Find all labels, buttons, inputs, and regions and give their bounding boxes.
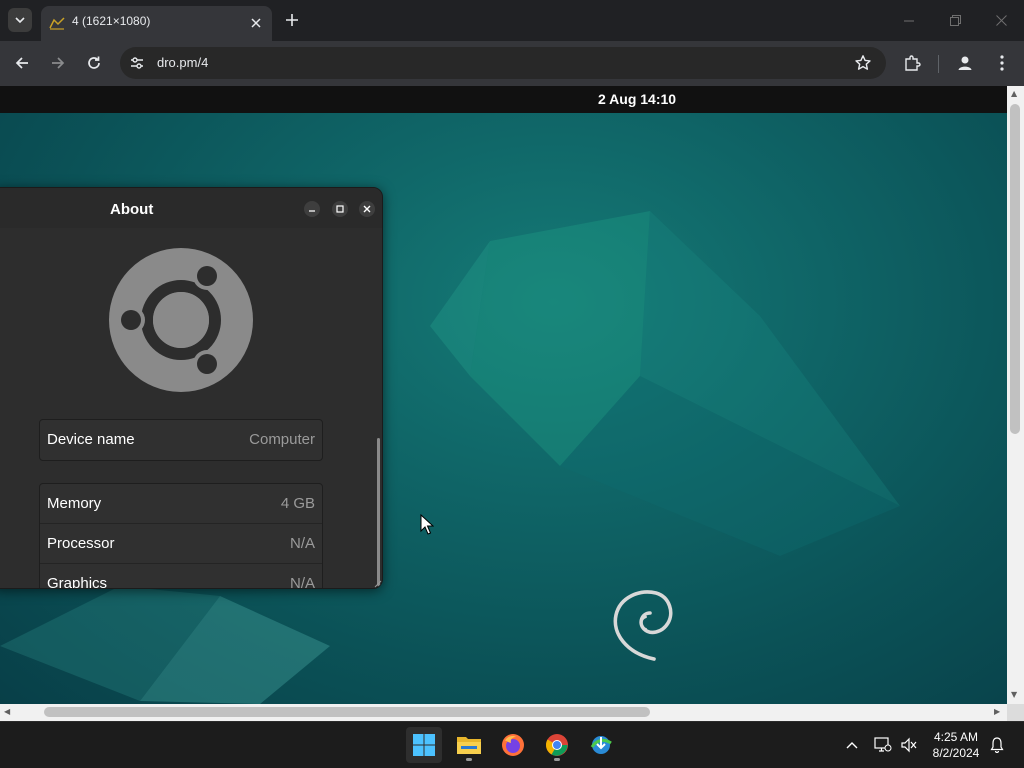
bell-icon	[990, 737, 1004, 753]
remote-desktop-view[interactable]: 2 Aug 14:10 About Device name Computer M…	[0, 86, 1007, 704]
browser-tab[interactable]: 4 (1621×1080)	[41, 6, 272, 41]
close-window-icon	[995, 15, 1007, 26]
scrollbar-corner	[1007, 704, 1024, 721]
reload-button[interactable]	[82, 51, 106, 75]
address-bar[interactable]: dro.pm/4	[120, 47, 886, 79]
site-info-icon	[131, 57, 143, 69]
chevron-up-icon	[846, 742, 858, 749]
profile-icon	[958, 56, 972, 70]
tab-favicon-icon	[49, 17, 65, 30]
about-dialog-header[interactable]: About	[0, 188, 382, 228]
dialog-minimize-button[interactable]	[304, 201, 320, 217]
resize-grip-icon[interactable]	[374, 580, 382, 588]
dialog-scrollbar[interactable]	[377, 438, 380, 586]
minimize-icon	[309, 210, 315, 212]
network-button[interactable]	[874, 736, 892, 754]
gnome-top-bar: 2 Aug 14:10	[0, 86, 1007, 113]
windows-start-icon	[413, 734, 435, 756]
new-tab-button[interactable]	[282, 10, 302, 30]
back-button[interactable]	[10, 51, 34, 75]
device-name-label: Device name	[47, 431, 135, 448]
tab-strip: 4 (1621×1080)	[0, 0, 1024, 41]
windows-taskbar: 4:25 AM 8/2/2024	[0, 721, 1024, 768]
tab-close-button[interactable]	[248, 15, 264, 31]
reload-icon	[88, 56, 100, 69]
toolbar-separator	[938, 55, 939, 73]
back-icon	[15, 57, 28, 69]
firefox-button[interactable]	[495, 727, 531, 763]
restore-icon	[949, 15, 961, 26]
chrome-icon	[546, 734, 568, 756]
file-explorer-icon	[457, 737, 481, 754]
url-text[interactable]: dro.pm/4	[157, 55, 208, 70]
show-hidden-icons-button[interactable]	[843, 736, 861, 754]
memory-row: Memory 4 GB	[40, 484, 322, 524]
running-indicator	[466, 758, 472, 761]
forward-button[interactable]	[46, 51, 70, 75]
file-explorer-button[interactable]	[451, 727, 487, 763]
ubuntu-logo-icon	[109, 248, 253, 392]
processor-row: Processor N/A	[40, 524, 322, 564]
page-horizontal-scrollbar[interactable]: ◀ ▶	[0, 704, 1007, 721]
close-window-button[interactable]	[978, 0, 1024, 41]
device-name-value: Computer	[249, 431, 315, 448]
graphics-label: Graphics	[47, 575, 108, 589]
tab-search-button[interactable]	[8, 8, 32, 32]
dialog-maximize-button[interactable]	[332, 201, 348, 217]
graphics-row: Graphics N/A	[40, 564, 322, 589]
close-icon	[251, 18, 261, 28]
more-menu-button[interactable]	[990, 51, 1014, 75]
processor-value: N/A	[289, 535, 315, 552]
memory-value: 4 GB	[280, 495, 315, 512]
more-icon	[1000, 55, 1004, 71]
memory-label: Memory	[47, 495, 102, 512]
close-icon	[363, 205, 371, 213]
extensions-icon	[905, 55, 921, 71]
minimize-window-button[interactable]	[886, 0, 932, 41]
horizontal-scroll-thumb[interactable]	[44, 707, 650, 717]
taskbar-time: 4:25 AM	[933, 730, 979, 744]
star-icon[interactable]	[854, 54, 872, 72]
taskbar-clock[interactable]: 4:25 AM 8/2/2024	[926, 729, 986, 761]
download-manager-button[interactable]	[583, 727, 619, 763]
scroll-right-icon[interactable]: ▶	[994, 707, 1000, 716]
about-dialog-title: About	[110, 201, 154, 218]
running-indicator	[554, 758, 560, 761]
about-dialog: About Device name Computer Memory 4 GB P…	[0, 187, 383, 589]
device-name-card: Device name Computer	[39, 419, 323, 461]
firefox-icon	[502, 734, 524, 756]
scroll-up-icon[interactable]: ▲	[1011, 89, 1017, 98]
site-info-button[interactable]	[128, 54, 146, 72]
gnome-clock[interactable]: 2 Aug 14:10	[598, 91, 676, 107]
chevron-down-icon	[15, 17, 25, 24]
chrome-button[interactable]	[539, 727, 575, 763]
volume-button[interactable]	[900, 736, 918, 754]
hardware-specs-card: Memory 4 GB Processor N/A Graphics N/A	[39, 483, 323, 589]
minimize-icon	[904, 20, 914, 21]
graphics-value: N/A	[289, 575, 315, 589]
debian-swirl-icon	[613, 590, 673, 661]
network-icon	[874, 737, 892, 752]
idm-icon	[590, 736, 612, 754]
mouse-cursor-icon	[420, 514, 434, 535]
profile-button[interactable]	[953, 51, 977, 75]
taskbar-date: 8/2/2024	[932, 746, 980, 760]
restore-window-button[interactable]	[932, 0, 978, 41]
device-name-row[interactable]: Device name Computer	[40, 420, 322, 460]
browser-toolbar: dro.pm/4	[0, 41, 1024, 86]
tab-title: 4 (1621×1080)	[72, 14, 151, 28]
scroll-left-icon[interactable]: ◀	[4, 707, 10, 716]
extensions-button[interactable]	[900, 51, 924, 75]
vertical-scroll-thumb[interactable]	[1010, 104, 1020, 434]
page-vertical-scrollbar[interactable]: ▲ ▼	[1007, 86, 1024, 704]
dialog-close-button[interactable]	[359, 201, 375, 217]
start-button[interactable]	[406, 727, 442, 763]
notifications-button[interactable]	[988, 736, 1006, 754]
forward-icon	[52, 57, 65, 69]
plus-icon	[286, 14, 298, 26]
processor-label: Processor	[47, 535, 115, 552]
scroll-down-icon[interactable]: ▼	[1011, 690, 1017, 699]
maximize-icon	[336, 205, 344, 213]
volume-muted-icon	[901, 737, 917, 753]
